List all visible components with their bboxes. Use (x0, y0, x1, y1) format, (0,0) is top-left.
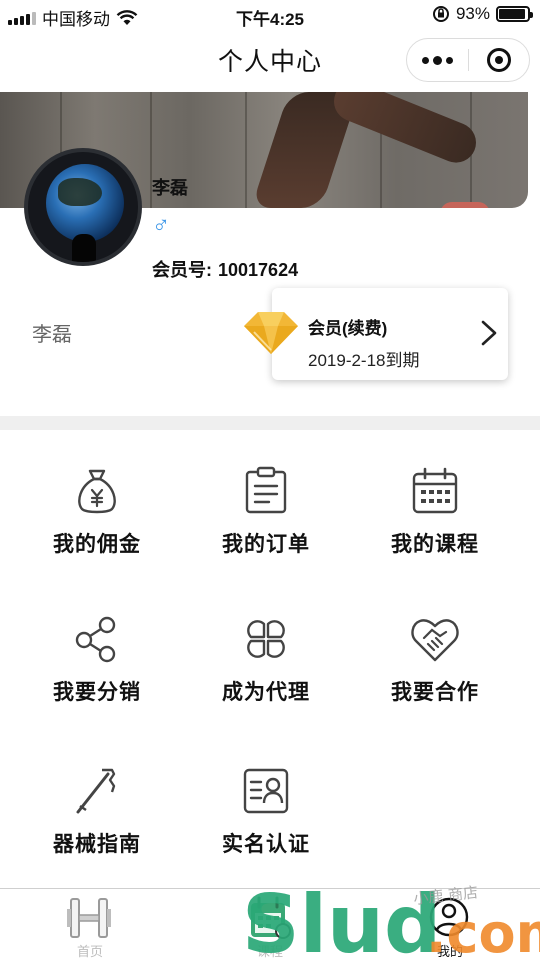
membership-expiry: 2019-2-18到期 (308, 351, 420, 370)
menu-item-equipment-guide[interactable]: 器械指南 (6, 766, 186, 886)
male-gender-icon: ♂ (152, 212, 170, 239)
orientation-lock-icon (432, 6, 449, 22)
tab-courses[interactable]: 课程 (180, 889, 360, 960)
target-icon (486, 48, 511, 72)
calendar-icon (251, 896, 291, 939)
menu-item-agent[interactable]: 成为代理 (175, 614, 355, 734)
menu-label: 成为代理 (222, 681, 310, 704)
diamond-icon (244, 312, 298, 354)
menu-label: 我的佣金 (53, 533, 141, 556)
menu-item-distribution[interactable]: 我要分销 (6, 614, 186, 734)
menu-item-commission[interactable]: 我的佣金 (6, 466, 186, 586)
tab-label: 课程 (256, 944, 283, 959)
menu-label: 我的订单 (222, 533, 310, 556)
profile-name: 李磊 (152, 178, 188, 198)
menu-item-orders[interactable]: 我的订单 (175, 466, 355, 586)
four-petals-icon (247, 620, 285, 658)
menu-item-courses[interactable]: 我的课程 (344, 466, 524, 586)
status-right: 93% (432, 4, 533, 24)
member-number-value: 10017624 (218, 260, 299, 280)
tab-mine[interactable]: 我的 (360, 889, 540, 960)
member-number-label: 会员号: (152, 260, 212, 280)
membership-title: 会员(续费) (308, 319, 388, 338)
share-nodes-icon (75, 616, 116, 663)
handshake-icon (411, 619, 459, 662)
battery-percent: 93% (455, 4, 490, 23)
display-name: 李磊 (32, 324, 72, 346)
money-bag-icon (78, 469, 116, 514)
id-card-icon (243, 768, 289, 814)
clipboard-icon (245, 466, 287, 514)
menu-label: 我要合作 (391, 681, 479, 704)
tab-bar: 首页 课程 我的 (0, 888, 540, 960)
trekking-pole-icon (76, 768, 116, 814)
close-button[interactable] (468, 39, 529, 81)
battery-icon (496, 6, 533, 22)
more-button[interactable] (407, 39, 468, 81)
member-number: 会员号: 10017624 (152, 256, 298, 282)
chevron-right-icon[interactable] (478, 318, 500, 348)
menu-label: 我的课程 (391, 533, 479, 556)
status-bar: 中国移动 下午4:25 93% (0, 0, 540, 30)
nav-bar: 个人中心 (0, 30, 540, 90)
section-divider (0, 416, 540, 430)
avatar[interactable] (24, 148, 142, 266)
tab-home[interactable]: 首页 (0, 889, 180, 960)
mini-program-capsule (406, 38, 530, 82)
dumbbell-icon (67, 898, 111, 938)
menu-label: 器械指南 (53, 833, 141, 856)
menu-label: 我要分销 (53, 681, 141, 704)
tab-label: 我的 (436, 944, 463, 959)
menu-label: 实名认证 (222, 833, 310, 856)
menu-item-verification[interactable]: 实名认证 (175, 766, 355, 886)
menu-item-cooperation[interactable]: 我要合作 (344, 614, 524, 734)
calendar-icon (412, 467, 458, 514)
user-icon (429, 897, 469, 937)
tab-label: 首页 (76, 944, 103, 959)
